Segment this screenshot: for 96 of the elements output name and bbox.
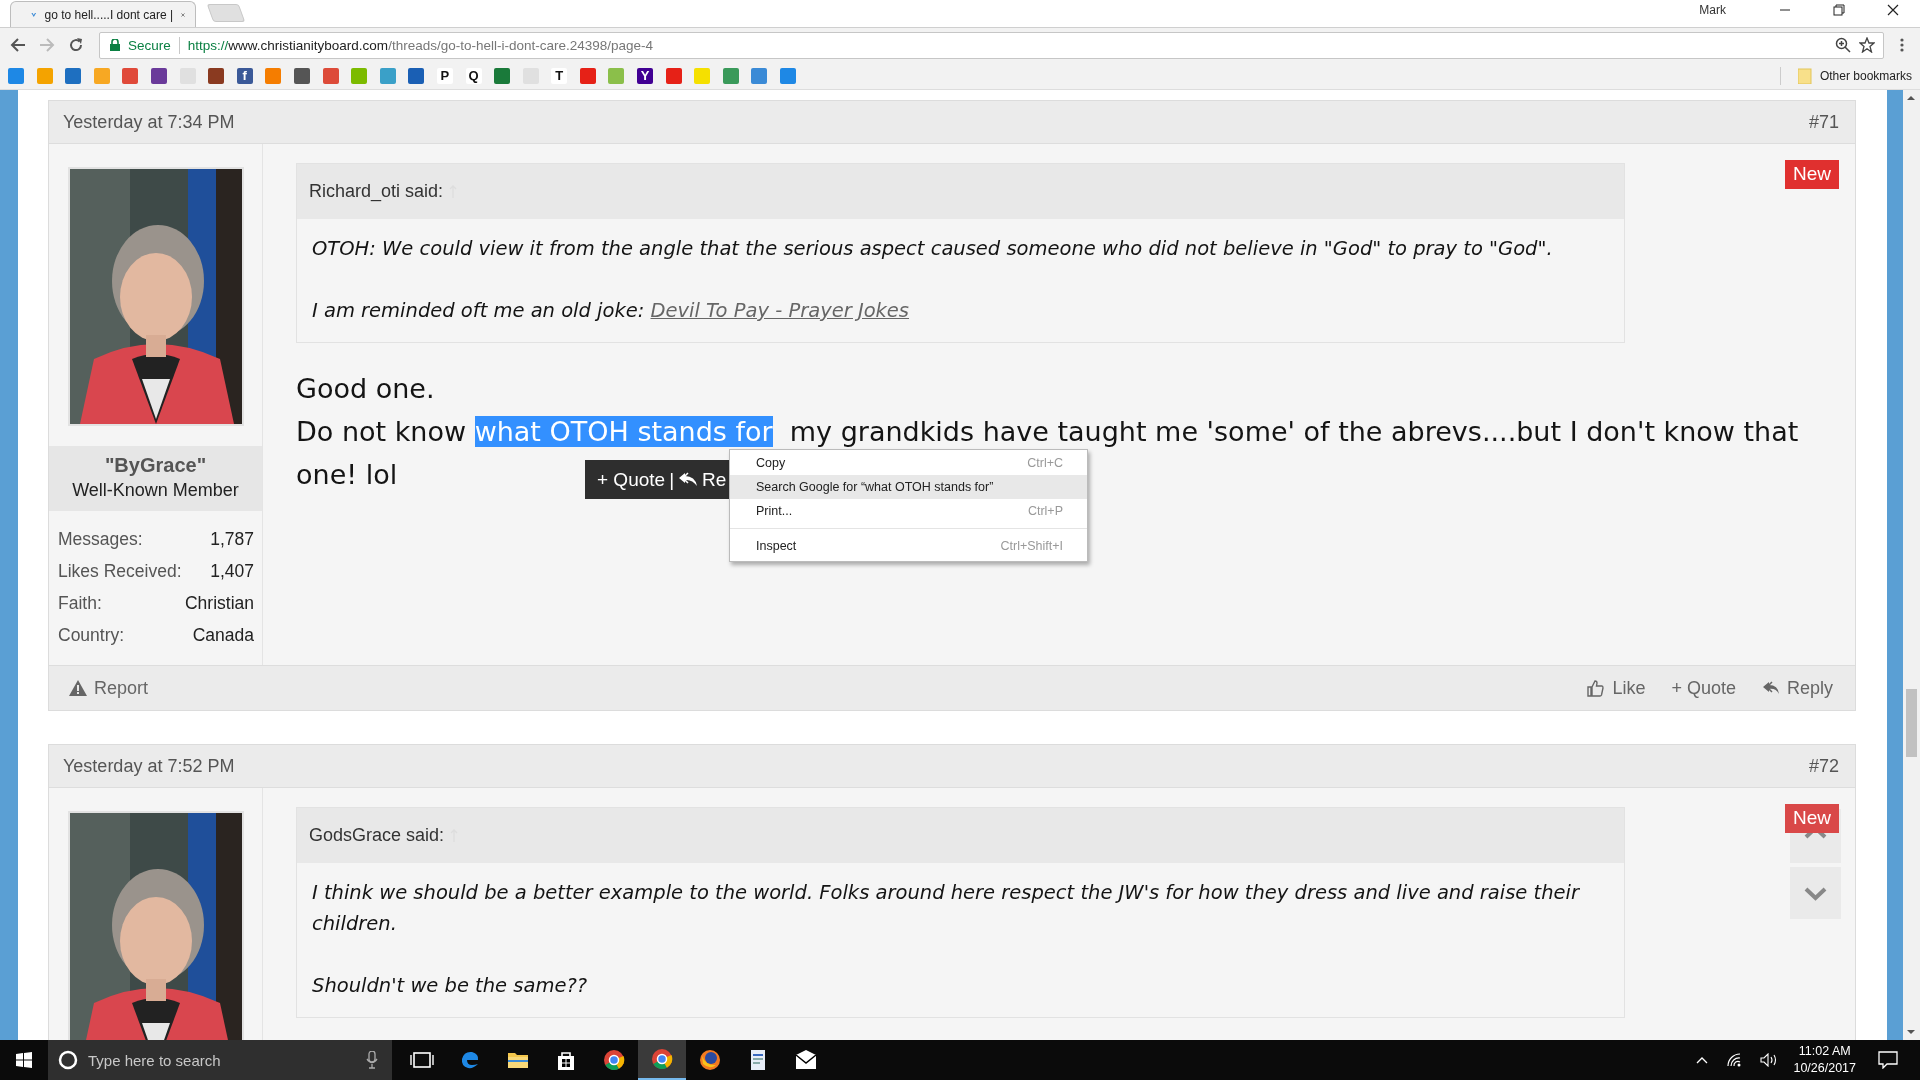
restore-icon[interactable] (1833, 3, 1845, 16)
bookmark-icon[interactable] (494, 67, 511, 84)
post-text: Good one. (296, 372, 435, 405)
bookmark-icon[interactable]: P (436, 67, 453, 84)
quote-text: I am reminded oft me an old joke: Devil To Pay - Prayer Jokes (312, 298, 910, 324)
speaker-icon[interactable] (1760, 1053, 1779, 1067)
chevron-down-icon[interactable] (1790, 867, 1841, 919)
clock-date[interactable]: 10/26/2017 (1793, 1060, 1856, 1077)
menu-item[interactable]: Search Google for “what OTOH stands for” (730, 475, 1087, 499)
stat-value: Canada (192, 624, 254, 646)
notification-icon[interactable] (1878, 1051, 1898, 1069)
post-number[interactable]: #72 (1808, 755, 1839, 777)
windows-start-icon[interactable] (16, 1052, 32, 1068)
report-link[interactable]: Report (69, 677, 149, 699)
menu-item[interactable]: Inspect Ctrl+Shift+I (730, 534, 1087, 558)
folder-icon (1797, 67, 1812, 84)
cortana-icon (58, 1050, 78, 1070)
new-badge: New (1785, 804, 1839, 833)
quote-link[interactable]: + Quote (1671, 677, 1736, 699)
divider-text: | (669, 468, 675, 491)
post-text: Do not know what OTOH stands for my grandkids have taught me 'some' of the abrevs....but I don't know that (296, 415, 1799, 448)
quote-author[interactable]: Richard_oti said: (309, 181, 444, 202)
post-text: one! lol (296, 458, 398, 491)
wifi-icon[interactable] (1726, 1053, 1743, 1067)
bookmark-icon[interactable] (665, 67, 682, 84)
shortcut-text: Ctrl+C (1027, 456, 1063, 470)
clock-time[interactable]: 11:02 AM (1798, 1043, 1851, 1060)
placeholder-text: Type here to search (88, 1051, 221, 1069)
stat-label: Likes Received: (58, 560, 182, 582)
username[interactable]: "ByGrace" (49, 454, 262, 477)
bookmark-icon[interactable] (8, 67, 24, 84)
quote-text: OTOH: We could view it from the angle that the serious aspect caused someone who did not believe in "God" to pray to "God". (312, 236, 1554, 262)
bookmark-icon[interactable] (780, 67, 797, 84)
bookmark-icon[interactable] (751, 67, 768, 84)
browser-tab[interactable]: go to hell.....I dont care | (10, 1, 196, 27)
user-title: Well-Known Member (71, 480, 240, 501)
quote-author[interactable]: GodsGrace said: (309, 825, 445, 846)
stat-value: Christian (184, 592, 254, 614)
taskbar-search-field[interactable]: Type here to search (48, 1040, 392, 1080)
bookmark-icon[interactable] (208, 67, 225, 84)
url-text: https://www.christianityboard.com/threads/go-to-hell-i-dont-care.24398/page-4 (187, 37, 654, 53)
bookmark-icon[interactable]: T (551, 67, 568, 84)
stat-label: Faith: (58, 592, 102, 614)
bookmark-folder[interactable]: Other bookmarks (1819, 68, 1912, 83)
security-label: Secure (128, 37, 171, 53)
stat-value: 1,407 (210, 560, 254, 582)
address-bar[interactable]: Secure https://www.christianityboard.com/threads/go-to-hell-i-dont-care.24398/page-4 (99, 31, 1884, 59)
bookmark-icon[interactable] (122, 67, 139, 84)
quote-text: Shouldn't we be the same?? (312, 973, 589, 999)
link[interactable]: Devil To Pay - Prayer Jokes (650, 299, 909, 322)
round-browser-icon (602, 1048, 626, 1072)
bookmark-icon[interactable] (579, 67, 596, 84)
bookmark-icon[interactable]: f (236, 67, 253, 84)
shortcut-text: Ctrl+P (1027, 504, 1063, 518)
quote-text: I think we should be a better example to the world. Folks around here respect the JW's for how they dress and live and raise their children. (312, 880, 1581, 937)
stat-label: Country: (58, 624, 125, 646)
thumbs-up-icon (1587, 679, 1606, 697)
microphone-icon (366, 1051, 378, 1069)
round-browser-icon (650, 1047, 674, 1071)
back-icon[interactable] (10, 37, 26, 53)
bookmark-icon[interactable]: Y (637, 67, 654, 84)
post-number[interactable]: #71 (1808, 111, 1839, 133)
menu-icon[interactable] (1900, 38, 1904, 52)
text-selection: what OTOH stands for (474, 415, 773, 447)
zoom-icon[interactable] (1835, 37, 1851, 53)
warning-icon (69, 680, 87, 696)
shortcut-text: Ctrl+Shift+I (1000, 539, 1063, 553)
new-badge: New (1785, 160, 1839, 189)
envelope-icon (794, 1048, 818, 1072)
post-date[interactable]: Yesterday at 7:34 PM (63, 111, 235, 133)
post-date[interactable]: Yesterday at 7:52 PM (63, 755, 235, 777)
tab-title: go to hell.....I dont care | (44, 7, 174, 22)
bookmark-icon[interactable] (65, 67, 82, 84)
profile-name[interactable]: Mark (1699, 3, 1726, 17)
bookmark-icon[interactable] (408, 67, 425, 84)
like-link[interactable]: Like (1587, 677, 1646, 699)
star-icon[interactable] (1859, 37, 1875, 53)
bookmark-icon[interactable] (150, 67, 167, 84)
reload-icon[interactable] (68, 37, 84, 53)
reply-link[interactable]: Reply (1761, 677, 1833, 699)
partial-reply-button[interactable]: Re (702, 468, 727, 491)
bookmark-icon[interactable]: Q (465, 67, 482, 84)
quote-button[interactable]: + Quote (597, 468, 666, 491)
fox-globe-icon (698, 1048, 722, 1072)
bookmark-icon[interactable] (322, 67, 339, 84)
bookmark-icon[interactable] (293, 67, 310, 84)
scrollbar[interactable] (1903, 90, 1920, 1040)
close-icon[interactable] (1887, 3, 1899, 16)
menu-item[interactable]: Copy Ctrl+C (730, 451, 1087, 475)
taskbar-app-button[interactable] (638, 1040, 686, 1080)
stat-value: 1,787 (210, 528, 254, 550)
chevron-up-icon[interactable] (1696, 1056, 1709, 1064)
stat-label: Messages: (58, 528, 143, 550)
lock-icon (110, 39, 120, 51)
menu-item[interactable]: Print... Ctrl+P (730, 499, 1087, 523)
bookmark-icon[interactable] (722, 67, 739, 84)
